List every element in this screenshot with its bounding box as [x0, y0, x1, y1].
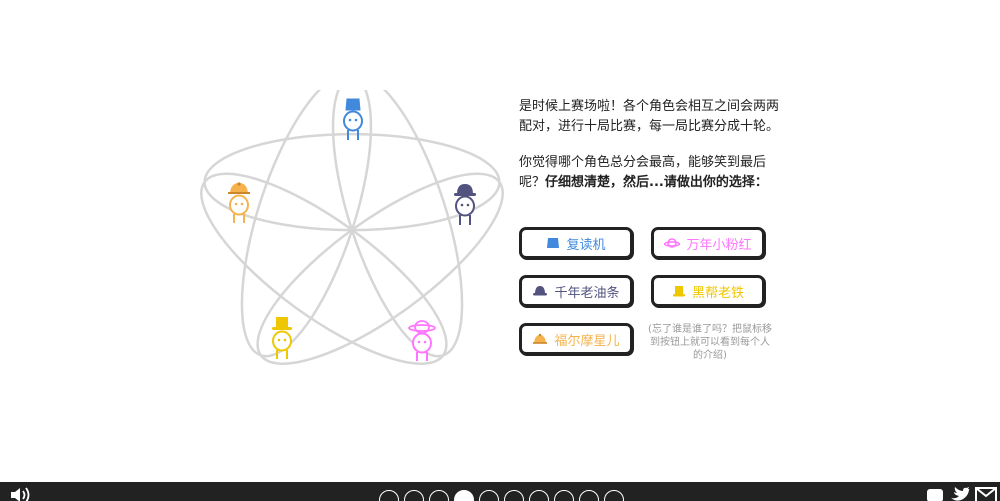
slide-dot-4[interactable]: [454, 490, 474, 501]
choice-detective-label: 福尔摩星儿: [554, 333, 620, 349]
choice-grudger-button[interactable]: 黑帮老铁: [651, 275, 765, 307]
share-icon[interactable]: [926, 486, 946, 501]
slide-dot-9[interactable]: [579, 490, 599, 501]
speaker-icon[interactable]: [9, 486, 33, 501]
choice-detective-button[interactable]: 福尔摩星儿: [519, 323, 633, 355]
grudger-character: [268, 316, 296, 360]
choice-cheater-label: 万年小粉红: [686, 237, 752, 253]
cheater-character: [408, 318, 436, 362]
slide-dot-7[interactable]: [529, 490, 549, 501]
slide-dot-1[interactable]: [379, 490, 399, 501]
choice-cooperator-label: 千年老油条: [554, 285, 620, 301]
slide-dot-8[interactable]: [554, 490, 574, 501]
deerstalker-hat-icon: [533, 333, 548, 344]
cooperator-character: [451, 183, 479, 227]
slide-dot-3[interactable]: [429, 490, 449, 501]
choice-cheater-button[interactable]: 万年小粉红: [651, 227, 765, 259]
saturn-hat-icon: [664, 238, 681, 248]
tophat-icon: [672, 285, 685, 296]
slide-dot-10[interactable]: [604, 490, 624, 501]
tournament-stage: 是时候上赛场啦！各个角色会相互之间会两两配对，进行十局比赛，每一局比赛分成十轮。…: [0, 0, 1000, 482]
slide-navigation-bar: [0, 482, 1000, 501]
narration-text: 是时候上赛场啦！各个角色会相互之间会两两配对，进行十局比赛，每一局比赛分成十轮。…: [519, 97, 789, 193]
bowler-hat-icon: [533, 286, 548, 296]
fez-hat-icon: [547, 238, 560, 248]
narration-paragraph-1: 是时候上赛场啦！各个角色会相互之间会两两配对，进行十局比赛，每一局比赛分成十轮。: [519, 99, 780, 134]
slide-dot-6[interactable]: [504, 490, 524, 501]
choice-copycat-button[interactable]: 复读机: [519, 227, 633, 259]
copycat-character: [339, 98, 367, 142]
choice-cooperator-button[interactable]: 千年老油条: [519, 275, 633, 307]
bird-icon[interactable]: [950, 486, 970, 501]
hover-hint: (忘了谁是谁了吗？把鼠标移到按钮上就可以看到每个人的介绍): [648, 324, 772, 361]
choice-copycat-label: 复读机: [566, 237, 606, 253]
narration-emphasis: 仔细想清楚，然后...请做出你的选择：: [545, 175, 768, 190]
slide-dot-2[interactable]: [404, 490, 424, 501]
narration-paragraph-2: 你觉得哪个角色总分会最高，能够笑到最后呢？仔细想清楚，然后...请做出你的选择：: [519, 153, 789, 193]
choice-grudger-label: 黑帮老铁: [691, 285, 744, 301]
slide-dot-5[interactable]: [479, 490, 499, 501]
mail-icon[interactable]: [975, 486, 997, 501]
detective-character: [225, 181, 253, 225]
